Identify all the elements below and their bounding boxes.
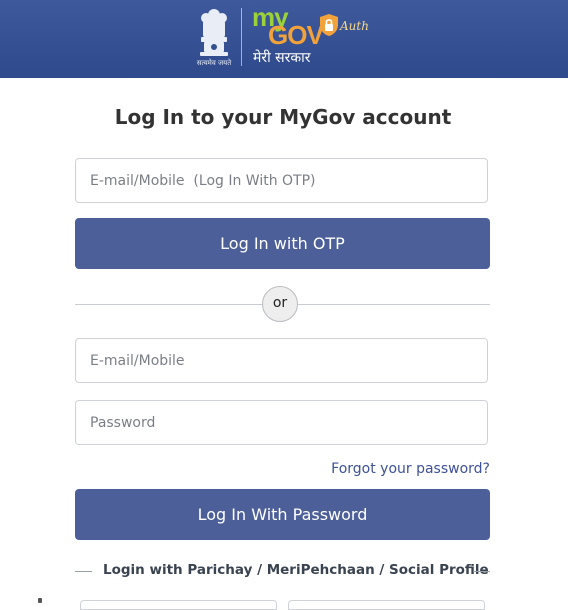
logo-hindi-text: मेरी सरकार: [253, 50, 311, 66]
forgot-password-link[interactable]: Forgot your password?: [331, 461, 490, 477]
otp-email-mobile-input[interactable]: [75, 158, 488, 203]
alt-login-heading: Login with Parichay / MeriPehchaan / Soc…: [75, 562, 490, 580]
auth-label: Auth: [340, 19, 369, 33]
login-with-otp-button[interactable]: Log In with OTP: [75, 218, 490, 269]
page-title: Log In to your MyGov account: [114, 105, 452, 129]
login-with-password-button[interactable]: Log In With Password: [75, 489, 490, 540]
alt-login-label: Login with Parichay / MeriPehchaan / Soc…: [103, 562, 489, 578]
scroll-indicator: [38, 598, 42, 603]
lock-shield-icon: [320, 14, 338, 36]
logo-gov: GOV: [268, 20, 324, 50]
meripehchaan-login-button[interactable]: [288, 600, 485, 610]
header-banner: सत्यमेव जयते my GOV मेरी सरकार Auth: [0, 0, 568, 78]
alt-login-line-right: [473, 571, 490, 572]
alt-login-line-left: [75, 571, 92, 572]
password-input[interactable]: [75, 400, 488, 445]
parichay-login-button[interactable]: [80, 600, 277, 610]
emblem-motto: सत्यमेव जयते: [196, 59, 232, 67]
header-divider: [241, 8, 242, 66]
email-mobile-input[interactable]: [75, 338, 488, 383]
or-divider-badge: or: [262, 286, 298, 322]
